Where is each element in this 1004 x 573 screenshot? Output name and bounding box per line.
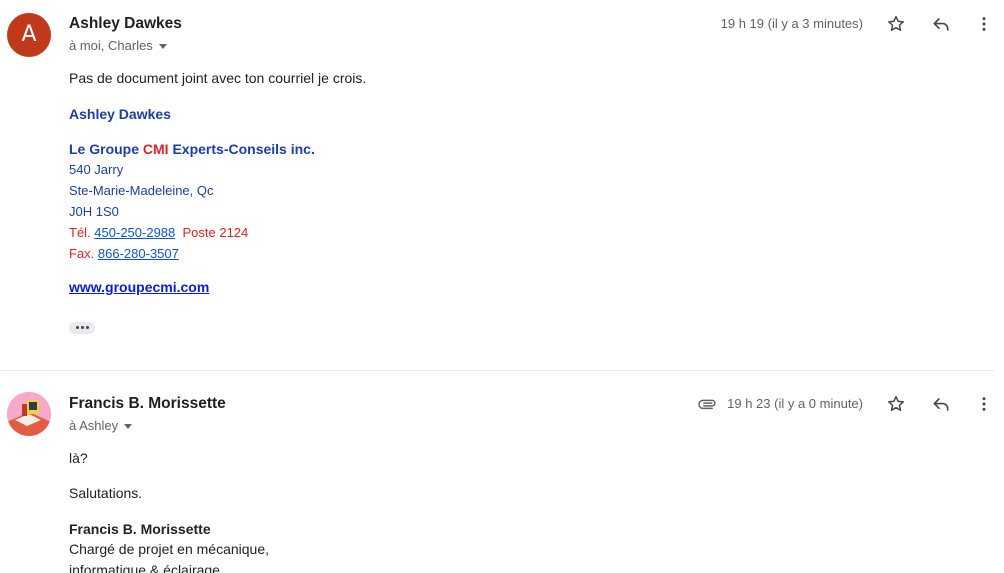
reply-button[interactable] xyxy=(927,10,955,38)
reply-icon xyxy=(933,18,949,31)
company-suffix: Experts-Conseils inc. xyxy=(168,141,315,157)
more-options-button[interactable] xyxy=(970,10,998,38)
message-francis: Francis B. Morissette à Ashley 19 h 23 (… xyxy=(0,370,995,573)
signature-address1: 540 Jarry xyxy=(69,162,124,177)
recipients-toggle[interactable]: à moi, Charles xyxy=(69,38,167,53)
message-text: Pas de document joint avec ton courriel … xyxy=(69,70,367,86)
sender-avatar[interactable] xyxy=(7,392,51,436)
reply-icon xyxy=(933,398,949,411)
show-trimmed-content-button[interactable] xyxy=(69,321,95,334)
signature-name: Ashley Dawkes xyxy=(69,106,171,122)
signature-title2: informatique & éclairage xyxy=(69,562,220,573)
recipients-label: à moi, Charles xyxy=(69,38,153,53)
company-prefix: Le Groupe xyxy=(69,141,143,157)
star-button[interactable] xyxy=(882,390,910,418)
fax-label: Fax. xyxy=(69,246,98,261)
message-ashley: A Ashley Dawkes à moi, Charles 19 h 19 (… xyxy=(0,0,995,370)
caret-down-icon xyxy=(124,424,133,429)
signature-postal: J0H 1S0 xyxy=(69,204,119,219)
signature-name: Francis B. Morissette xyxy=(69,521,211,537)
star-icon xyxy=(888,395,904,411)
attachment-icon xyxy=(698,399,716,410)
message-line1: là? xyxy=(69,450,88,466)
reply-button[interactable] xyxy=(927,390,955,418)
signature-title1: Chargé de projet en mécanique, xyxy=(69,541,270,557)
tel-link[interactable]: 450-250-2988 xyxy=(94,225,175,240)
signature-address2: Ste-Marie-Madeleine, Qc xyxy=(69,183,214,198)
caret-down-icon xyxy=(158,44,167,49)
sender-avatar[interactable]: A xyxy=(7,13,51,57)
company-highlight: CMI xyxy=(142,141,169,157)
tel-label: Tél. xyxy=(69,225,95,240)
fax-link[interactable]: 866-280-3507 xyxy=(98,246,179,261)
recipients-toggle[interactable]: à Ashley xyxy=(69,418,133,433)
sender-name[interactable]: Francis B. Morissette xyxy=(69,395,226,413)
recipients-label: à Ashley xyxy=(69,418,119,433)
star-icon xyxy=(888,15,904,31)
message-time: 19 h 19 (il y a 3 minutes) xyxy=(720,16,863,31)
more-options-button[interactable] xyxy=(970,390,995,418)
sender-name[interactable]: Ashley Dawkes xyxy=(69,15,182,33)
message-line2: Salutations. xyxy=(69,485,143,501)
more-vert-icon xyxy=(982,397,986,411)
more-vert-icon xyxy=(982,17,986,31)
signature-fax: Fax. 866-280-3507 xyxy=(69,243,366,264)
star-button[interactable] xyxy=(882,10,910,38)
message-body: là? Salutations. Francis B. Morissette C… xyxy=(69,448,269,573)
message-time: 19 h 23 (il y a 0 minute) xyxy=(727,396,863,411)
tel-ext: Poste 2124 xyxy=(175,225,249,240)
signature-company: Le Groupe CMI Experts-Conseils inc. xyxy=(69,139,366,159)
website-link[interactable]: www.groupecmi.com xyxy=(69,279,209,295)
signature-tel: Tél. 450-250-2988 Poste 2124 xyxy=(69,222,366,243)
message-body: Pas de document joint avec ton courriel … xyxy=(69,68,366,334)
computer-avatar-icon xyxy=(7,392,51,436)
